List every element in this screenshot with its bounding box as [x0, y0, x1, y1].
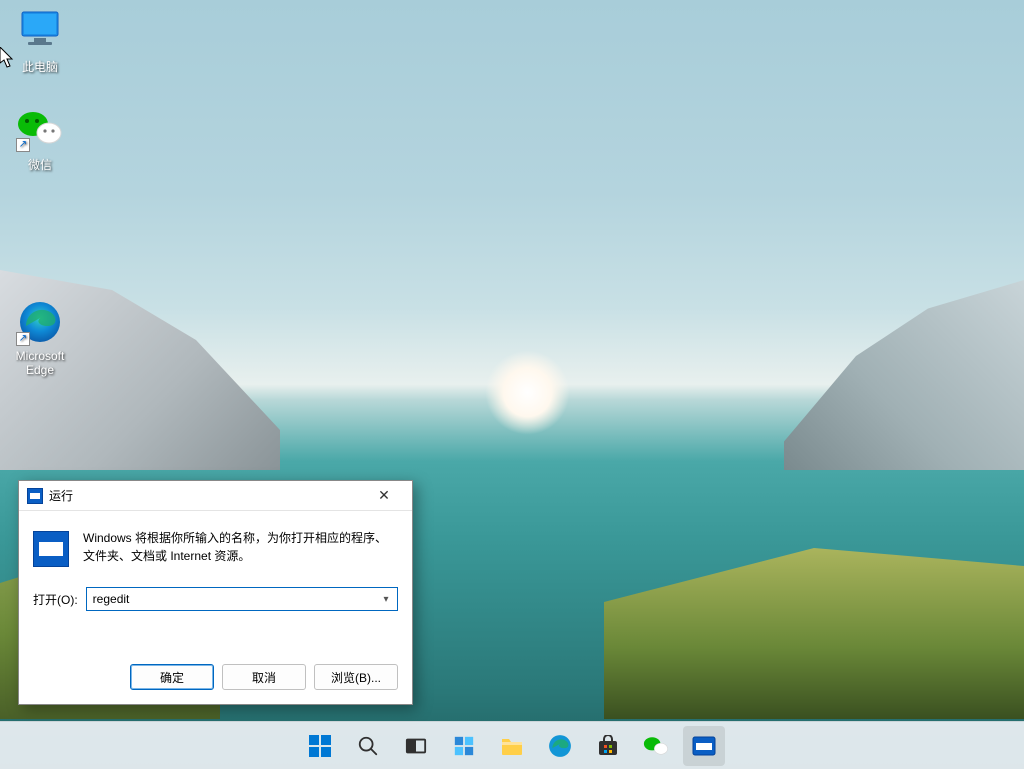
wallpaper-grass-right	[604, 539, 1024, 719]
run-dialog-titlebar[interactable]: 运行 ✕	[19, 481, 412, 511]
shortcut-arrow-icon: ↗	[16, 332, 30, 346]
run-description: Windows 将根据你所输入的名称，为你打开相应的程序、文件夹、文档或 Int…	[83, 529, 398, 567]
taskbar	[0, 721, 1024, 769]
browse-button[interactable]: 浏览(B)...	[314, 664, 398, 690]
desktop-icon-label: Microsoft Edge	[2, 350, 78, 378]
open-label: 打开(O):	[33, 591, 78, 608]
file-explorer-icon	[500, 735, 524, 757]
run-dialog-title: 运行	[49, 487, 364, 504]
search-icon	[357, 735, 379, 757]
widgets-icon	[453, 735, 475, 757]
open-input[interactable]	[86, 587, 398, 611]
task-view-icon	[405, 735, 427, 757]
wechat-icon: ↗	[16, 104, 64, 152]
wallpaper-sun	[485, 350, 570, 435]
desktop-icon-wechat[interactable]: ↗ 微信	[2, 104, 78, 173]
taskbar-start[interactable]	[299, 726, 341, 766]
wechat-icon	[643, 735, 669, 757]
taskbar-run[interactable]	[683, 726, 725, 766]
taskbar-task-view[interactable]	[395, 726, 437, 766]
desktop-icon-label: 微信	[2, 156, 78, 173]
run-dialog: 运行 ✕ Windows 将根据你所输入的名称，为你打开相应的程序、文件夹、文档…	[18, 480, 413, 705]
open-combobox[interactable]: ▾	[86, 587, 398, 611]
edge-icon	[548, 734, 572, 758]
ok-button[interactable]: 确定	[130, 664, 214, 690]
taskbar-store[interactable]	[587, 726, 629, 766]
desktop-icon-this-pc[interactable]: 此电脑	[2, 6, 78, 75]
edge-icon: ↗	[16, 298, 64, 346]
desktop[interactable]: 此电脑 ↗ 微信	[0, 0, 1024, 769]
this-pc-icon	[16, 6, 64, 54]
close-icon: ✕	[378, 487, 390, 504]
cancel-button[interactable]: 取消	[222, 664, 306, 690]
chevron-down-icon[interactable]: ▾	[378, 591, 394, 607]
store-icon	[596, 735, 620, 757]
wallpaper-mountain-right	[784, 280, 1024, 470]
windows-start-icon	[308, 734, 332, 758]
close-button[interactable]: ✕	[364, 482, 404, 510]
taskbar-widgets[interactable]	[443, 726, 485, 766]
desktop-icon-label: 此电脑	[2, 58, 78, 75]
desktop-icon-edge[interactable]: ↗ Microsoft Edge	[2, 298, 78, 378]
run-icon	[692, 736, 716, 756]
taskbar-wechat[interactable]	[635, 726, 677, 766]
taskbar-search[interactable]	[347, 726, 389, 766]
run-large-icon	[33, 531, 69, 567]
taskbar-edge[interactable]	[539, 726, 581, 766]
taskbar-file-explorer[interactable]	[491, 726, 533, 766]
run-icon	[27, 488, 43, 504]
shortcut-arrow-icon: ↗	[16, 138, 30, 152]
